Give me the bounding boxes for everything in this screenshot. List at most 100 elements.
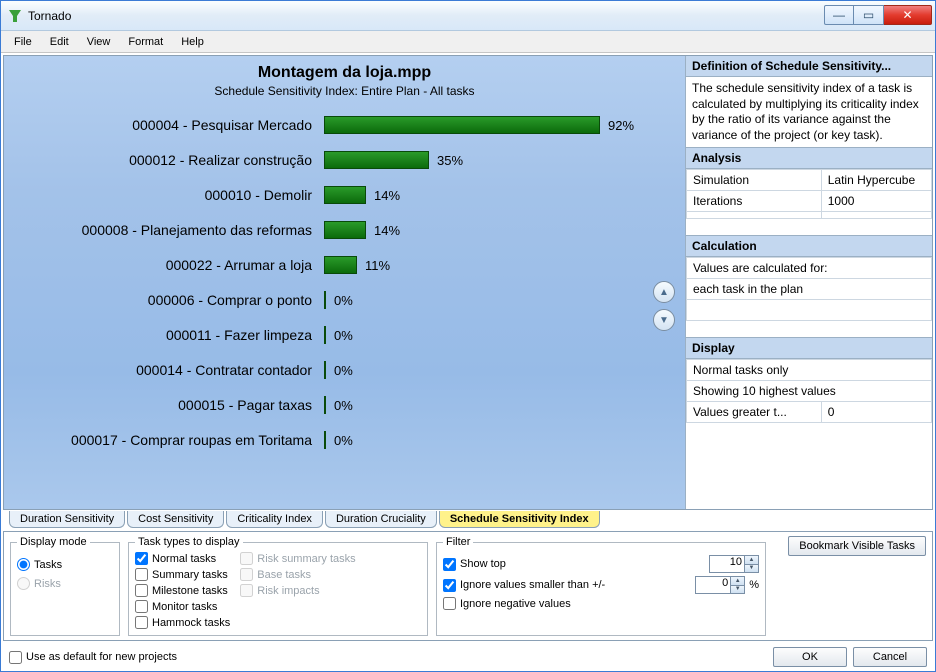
bar-fill [324,116,600,134]
close-button[interactable]: ✕ [884,5,932,25]
bar-track: 0% [324,291,675,309]
tabs: Duration SensitivityCost SensitivityCrit… [1,512,935,529]
bar-label: 000022 - Arrumar a loja [14,257,324,273]
bar-label: 000014 - Contratar contador [14,362,324,378]
ignore-smaller-input[interactable]: 0▲▼ [695,576,745,594]
cb-risk-summary: Risk summary tasks [240,552,355,565]
cb-base-tasks: Base tasks [240,568,355,581]
bar-track: 11% [324,256,675,274]
simulation-label: Simulation [687,170,822,191]
bar-zero [324,326,326,344]
bar-label: 000006 - Comprar o ponto [14,292,324,308]
ok-button[interactable]: OK [773,647,847,667]
bar-track: 0% [324,431,675,449]
app-icon [7,8,23,24]
cb-summary-tasks[interactable]: Summary tasks [135,568,230,581]
calc-line2: each task in the plan [687,279,932,300]
tab[interactable]: Cost Sensitivity [127,511,224,528]
radio-risks: Risks [17,577,113,590]
radio-tasks-input[interactable] [17,558,30,571]
iterations-label: Iterations [687,191,822,212]
menu-view[interactable]: View [78,34,120,50]
bar-fill [324,151,429,169]
chart-subtitle: Schedule Sensitivity Index: Entire Plan … [14,84,675,98]
calculation-table: Values are calculated for: each task in … [686,257,932,321]
spin-down-icon[interactable]: ▼ [730,586,744,594]
side-panel: Definition of Schedule Sensitivity... Th… [685,56,932,509]
simulation-value: Latin Hypercube [821,170,931,191]
cb-normal-tasks[interactable]: Normal tasks [135,552,230,565]
maximize-button[interactable]: ▭ [854,5,884,25]
definition-body: The schedule sensitivity index of a task… [686,77,932,147]
bar-value-label: 0% [334,293,353,308]
spin-down-icon[interactable]: ▼ [744,565,758,573]
bar-zero [324,291,326,309]
bar-row: 000006 - Comprar o ponto 0% [14,291,675,309]
cb-ignore-negative[interactable]: Ignore negative values [443,597,571,610]
menubar: File Edit View Format Help [1,31,935,53]
tab[interactable]: Duration Sensitivity [9,511,125,528]
bar-value-label: 14% [374,223,400,238]
menu-format[interactable]: Format [119,34,172,50]
definition-header: Definition of Schedule Sensitivity... [686,56,932,77]
window-title: Tornado [28,9,71,23]
display-table: Normal tasks only Showing 10 highest val… [686,359,932,423]
calculation-header: Calculation [686,235,932,257]
minimize-button[interactable]: — [824,5,854,25]
tab[interactable]: Criticality Index [226,511,323,528]
bar-track: 0% [324,326,675,344]
bar-zero [324,361,326,379]
bar-value-label: 0% [334,398,353,413]
tab[interactable]: Duration Cruciality [325,511,437,528]
bar-label: 000012 - Realizar construção [14,152,324,168]
bar-label: 000004 - Pesquisar Mercado [14,117,324,133]
bar-label: 000017 - Comprar roupas em Toritama [14,432,324,448]
bar-row: 000008 - Planejamento das reformas 14% [14,221,675,239]
cb-hammock-tasks[interactable]: Hammock tasks [135,616,230,629]
bar-row: 000014 - Contratar contador0% [14,361,675,379]
bar-zero [324,431,326,449]
analysis-header: Analysis [686,147,932,169]
menu-file[interactable]: File [5,34,41,50]
display-mode-group: Display mode Tasks Risks [10,536,120,636]
cb-monitor-tasks[interactable]: Monitor tasks [135,600,230,613]
bar-track: 14% [324,186,675,204]
cb-use-default[interactable]: Use as default for new projects [9,651,177,664]
bar-label: 000015 - Pagar taxas [14,397,324,413]
cb-ignore-smaller[interactable]: Ignore values smaller than +/- [443,579,605,592]
options-panel: Display mode Tasks Risks Task types to d… [3,531,933,641]
display-line1: Normal tasks only [687,360,932,381]
bar-fill [324,186,366,204]
radio-tasks[interactable]: Tasks [17,558,113,571]
scroll-down-button[interactable]: ▼ [653,309,675,331]
app-window: Tornado — ▭ ✕ File Edit View Format Help… [0,0,936,672]
bar-chart: 000004 - Pesquisar Mercado92%000012 - Re… [14,116,675,449]
bar-track: 0% [324,396,675,414]
bar-label: 000008 - Planejamento das reformas [14,222,324,238]
bar-fill [324,256,357,274]
task-types-group: Task types to display Normal tasks Summa… [128,536,428,636]
radio-risks-input [17,577,30,590]
spin-up-icon[interactable]: ▲ [730,577,744,586]
analysis-table: SimulationLatin Hypercube Iterations1000 [686,169,932,219]
display-row3-value: 0 [821,402,931,423]
bottom-bar: Use as default for new projects OK Cance… [1,643,935,671]
bookmark-button[interactable]: Bookmark Visible Tasks [788,536,926,556]
menu-edit[interactable]: Edit [41,34,78,50]
display-line2: Showing 10 highest values [687,381,932,402]
bar-value-label: 11% [365,258,390,273]
scroll-up-button[interactable]: ▲ [653,281,675,303]
tab[interactable]: Schedule Sensitivity Index [439,511,600,528]
bar-row: 000022 - Arrumar a loja 11% [14,256,675,274]
menu-help[interactable]: Help [172,34,213,50]
bar-row: 000010 - Demolir14% [14,186,675,204]
bar-row: 000015 - Pagar taxas 0% [14,396,675,414]
bar-fill [324,221,366,239]
cb-show-top[interactable]: Show top [443,558,506,571]
show-top-input[interactable]: 10▲▼ [709,555,759,573]
spin-up-icon[interactable]: ▲ [744,556,758,565]
bar-value-label: 0% [334,433,353,448]
cb-milestone-tasks[interactable]: Milestone tasks [135,584,230,597]
cancel-button[interactable]: Cancel [853,647,927,667]
bar-track: 14% [324,221,675,239]
